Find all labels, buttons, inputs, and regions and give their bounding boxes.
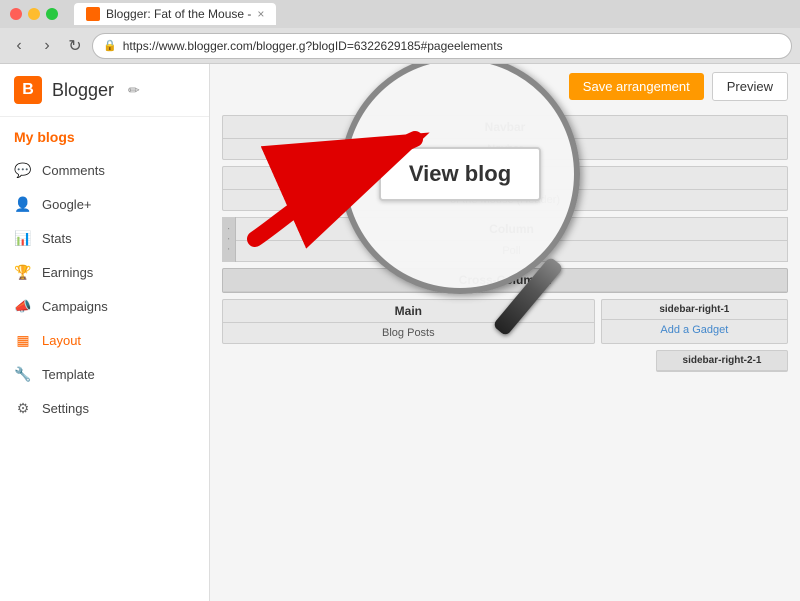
minimize-button[interactable]: [28, 8, 40, 20]
handle-dots: · · ·: [223, 227, 234, 253]
sidebar-item-label: Layout: [42, 333, 81, 348]
address-bar[interactable]: 🔒 https://www.blogger.com/blogger.g?blog…: [92, 33, 792, 59]
blogger-header: B Blogger ✏: [0, 64, 209, 117]
navbar-area: Navbar Navbar: [222, 115, 788, 160]
close-button[interactable]: [10, 8, 22, 20]
address-text: https://www.blogger.com/blogger.g?blogID…: [123, 39, 503, 53]
add-gadget-link[interactable]: Add a Gadget: [602, 320, 787, 340]
sidebar-item-comments[interactable]: 💬 Comments: [0, 153, 209, 187]
header-header: Header: [223, 167, 787, 190]
sidebar-item-label: Template: [42, 367, 95, 382]
column-header: Column: [236, 218, 787, 241]
sidebar-item-googleplus[interactable]: 👤 Google+: [0, 187, 209, 221]
column-row: · · · Column Poll: [222, 217, 788, 262]
settings-icon: ⚙: [14, 399, 32, 417]
lock-icon: 🔒: [103, 39, 117, 52]
browser-titlebar: Blogger: Fat of the Mouse - ×: [0, 0, 800, 28]
main-col: Main Blog Posts: [222, 299, 595, 344]
sidebar-item-layout[interactable]: ▦ Layout: [0, 323, 209, 357]
comments-icon: 💬: [14, 161, 32, 179]
main-content: Save arrangement Preview Navbar Navbar H…: [210, 64, 800, 601]
sidebar-item-label: Earnings: [42, 265, 93, 280]
maximize-button[interactable]: [46, 8, 58, 20]
blogger-logo: B: [14, 76, 42, 104]
main-content-cell: Blog Posts: [223, 323, 594, 343]
layout-icon: ▦: [14, 331, 32, 349]
my-blogs-title: My blogs: [0, 117, 209, 153]
main-sidebar-row: Main Blog Posts sidebar-right-1 Add a Ga…: [222, 299, 788, 344]
edit-icon[interactable]: ✏: [128, 82, 140, 99]
sidebar-item-label: Stats: [42, 231, 72, 246]
sidebar-right-2-header: sidebar-right-2-1: [657, 351, 787, 371]
cross-column-header: Cross-Column 2: [223, 269, 787, 292]
template-icon: 🔧: [14, 365, 32, 383]
back-button[interactable]: ‹: [8, 35, 30, 57]
sidebar-item-campaigns[interactable]: 📣 Campaigns: [0, 289, 209, 323]
forward-button[interactable]: ›: [36, 35, 58, 57]
sidebar-item-label: Campaigns: [42, 299, 108, 314]
page-container: B Blogger ✏ My blogs 💬 Comments 👤 Google…: [0, 64, 800, 601]
browser-tab[interactable]: Blogger: Fat of the Mouse - ×: [74, 3, 276, 25]
save-arrangement-button[interactable]: Save arrangement: [569, 73, 704, 100]
sidebar-nav: 💬 Comments 👤 Google+ 📊 Stats 🏆 Earnings …: [0, 153, 209, 425]
cross-column-area: Cross-Column 2: [222, 268, 788, 293]
sidebar-right-1-col: sidebar-right-1 Add a Gadget: [601, 299, 788, 344]
sidebar-item-label: Google+: [42, 197, 92, 212]
tab-favicon: [86, 7, 100, 21]
stats-icon: 📊: [14, 229, 32, 247]
earnings-icon: 🏆: [14, 263, 32, 281]
navbar-content: Navbar: [223, 139, 787, 159]
main-toolbar: Save arrangement Preview: [210, 64, 800, 109]
browser-toolbar: ‹ › ↻ 🔒 https://www.blogger.com/blogger.…: [0, 28, 800, 64]
preview-button[interactable]: Preview: [712, 72, 788, 101]
sidebar-right-1-header: sidebar-right-1: [602, 300, 787, 320]
column-content: Poll: [236, 241, 787, 261]
sidebar-item-settings[interactable]: ⚙ Settings: [0, 391, 209, 425]
tab-title: Blogger: Fat of the Mouse -: [106, 7, 251, 21]
sidebar-item-template[interactable]: 🔧 Template: [0, 357, 209, 391]
column-area: Column Poll: [236, 217, 788, 262]
tab-close-icon[interactable]: ×: [257, 7, 264, 21]
browser-chrome: Blogger: Fat of the Mouse - × ‹ › ↻ 🔒 ht…: [0, 0, 800, 64]
navbar-header: Navbar: [223, 116, 787, 139]
header-content: of the Mouse (Header): [223, 190, 787, 210]
sidebar: B Blogger ✏ My blogs 💬 Comments 👤 Google…: [0, 64, 210, 601]
sidebar-right-2-area: sidebar-right-2-1: [656, 350, 788, 372]
blogger-logo-letter: B: [22, 81, 34, 99]
header-area: Header of the Mouse (Header): [222, 166, 788, 211]
sidebar-item-stats[interactable]: 📊 Stats: [0, 221, 209, 255]
reload-button[interactable]: ↻: [64, 35, 86, 57]
sidebar-item-label: Settings: [42, 401, 89, 416]
blogger-title: Blogger: [52, 80, 114, 101]
sidebar-handle[interactable]: · · ·: [222, 217, 236, 262]
main-header: Main: [223, 300, 594, 323]
googleplus-icon: 👤: [14, 195, 32, 213]
sidebar-item-earnings[interactable]: 🏆 Earnings: [0, 255, 209, 289]
sidebar-item-label: Comments: [42, 163, 105, 178]
campaigns-icon: 📣: [14, 297, 32, 315]
